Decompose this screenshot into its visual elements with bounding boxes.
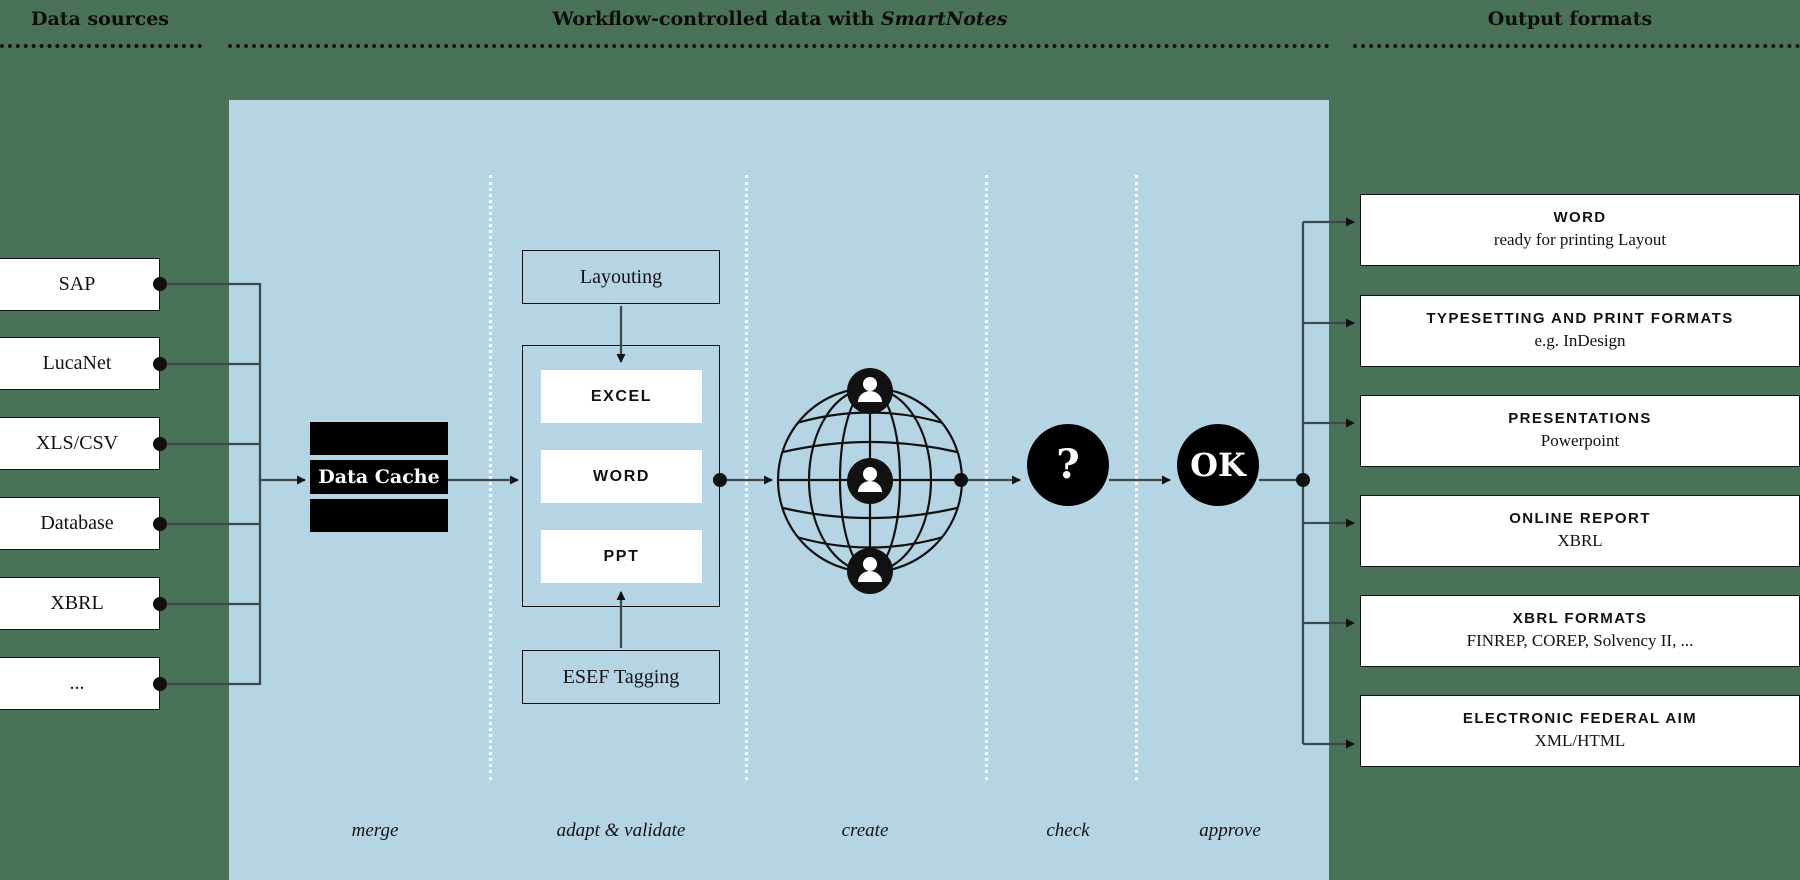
source-box-database[interactable]: Database <box>0 497 160 550</box>
output-box-presentations[interactable]: PRESENTATIONS Powerpoint <box>1360 395 1800 467</box>
output-box-electronic-federal-aim[interactable]: ELECTRONIC FEDERAL AIM XML/HTML <box>1360 695 1800 767</box>
file-box-label: EXCEL <box>590 387 653 405</box>
phase-label-merge: merge <box>305 820 445 842</box>
phase-text: adapt & validate <box>556 820 686 841</box>
output-title: XBRL FORMATS <box>1512 610 1648 628</box>
output-title: WORD <box>1553 209 1607 227</box>
phase-label-adapt: adapt & validate <box>531 820 711 842</box>
file-box-excel[interactable]: EXCEL <box>541 370 702 423</box>
layouting-label: Layouting <box>579 265 663 288</box>
source-label: XLS/CSV <box>35 432 119 454</box>
output-subtitle: e.g. InDesign <box>1534 331 1626 351</box>
approve-label: OK <box>1190 446 1246 484</box>
header-rule-left <box>0 44 202 48</box>
data-cache-layer-top <box>310 422 448 455</box>
phase-divider-adapt <box>745 175 748 780</box>
header-data-sources-label: Data sources <box>30 8 170 30</box>
file-box-label: PPT <box>603 547 640 565</box>
source-box-xls-csv[interactable]: XLS/CSV <box>0 417 160 470</box>
data-cache-layer-bottom <box>310 499 448 532</box>
header-workflow: Workflow-controlled data with SmartNotes <box>230 8 1330 30</box>
phase-label-create: create <box>800 820 930 842</box>
source-box-sap[interactable]: SAP <box>0 258 160 311</box>
phase-divider-check <box>1135 175 1138 780</box>
output-subtitle: XBRL <box>1557 531 1603 551</box>
diagram-canvas: Data sources Workflow-controlled data wi… <box>0 0 1800 880</box>
output-box-online-report[interactable]: ONLINE REPORT XBRL <box>1360 495 1800 567</box>
layouting-box[interactable]: Layouting <box>522 250 720 304</box>
header-workflow-emphasis: SmartNotes <box>880 8 1008 30</box>
esef-tagging-box[interactable]: ESEF Tagging <box>522 650 720 704</box>
source-label: LucaNet <box>42 352 112 374</box>
source-label: XBRL <box>50 592 104 614</box>
phase-text: merge <box>351 820 399 841</box>
output-title: ONLINE REPORT <box>1509 510 1651 528</box>
phase-text: approve <box>1199 820 1261 841</box>
source-box-lucanet[interactable]: LucaNet <box>0 337 160 390</box>
header-output-formats: Output formats <box>1340 8 1800 30</box>
output-subtitle: ready for printing Layout <box>1493 230 1667 250</box>
output-box-word[interactable]: WORD ready for printing Layout <box>1360 194 1800 266</box>
header-rule-right <box>1353 44 1800 48</box>
output-title: TYPESETTING AND PRINT FORMATS <box>1426 310 1734 328</box>
output-box-typesetting[interactable]: TYPESETTING AND PRINT FORMATS e.g. InDes… <box>1360 295 1800 367</box>
header-workflow-label: Workflow-controlled data with <box>552 8 881 30</box>
source-box-other[interactable]: ... <box>0 657 160 710</box>
data-cache[interactable]: Data Cache <box>310 422 448 532</box>
file-box-word[interactable]: WORD <box>541 450 702 503</box>
phase-label-approve: approve <box>1155 820 1305 842</box>
source-label: SAP <box>58 273 96 295</box>
phase-label-check: check <box>1003 820 1133 842</box>
output-box-xbrl-formats[interactable]: XBRL FORMATS FINREP, COREP, Solvency II,… <box>1360 595 1800 667</box>
phase-divider-create <box>985 175 988 780</box>
output-title: PRESENTATIONS <box>1508 410 1652 428</box>
output-subtitle: Powerpoint <box>1540 431 1620 451</box>
esef-tagging-label: ESEF Tagging <box>562 665 680 688</box>
source-label: ... <box>69 672 85 694</box>
data-cache-label: Data Cache <box>318 466 440 488</box>
file-box-label: WORD <box>592 467 651 485</box>
source-box-xbrl[interactable]: XBRL <box>0 577 160 630</box>
phase-text: check <box>1046 820 1090 841</box>
header-output-formats-label: Output formats <box>1487 8 1653 30</box>
header-rule-center <box>228 44 1330 48</box>
phase-text: create <box>841 820 889 841</box>
output-subtitle: FINREP, COREP, Solvency II, ... <box>1466 631 1694 651</box>
approve-node[interactable]: OK <box>1177 424 1259 506</box>
check-node[interactable]: ? <box>1027 424 1109 506</box>
output-title: ELECTRONIC FEDERAL AIM <box>1462 710 1698 728</box>
source-label: Database <box>40 512 114 534</box>
header-data-sources: Data sources <box>0 8 200 30</box>
phase-divider-merge <box>489 175 492 780</box>
check-label: ? <box>1056 441 1080 488</box>
file-box-ppt[interactable]: PPT <box>541 530 702 583</box>
output-subtitle: XML/HTML <box>1534 731 1626 751</box>
